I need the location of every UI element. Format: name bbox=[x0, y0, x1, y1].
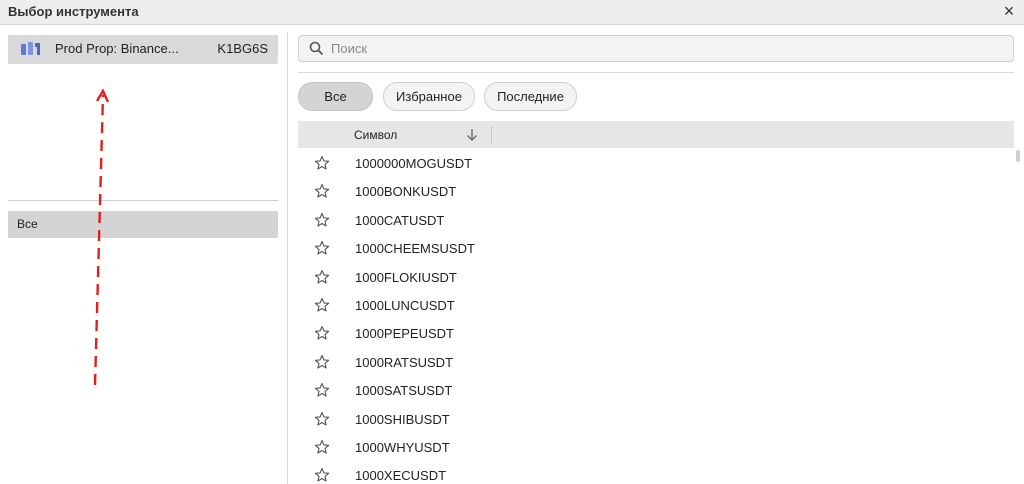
table-row[interactable]: 1000CHEEMSUSDT bbox=[298, 234, 1014, 262]
title-bar: Выбор инструмента × bbox=[0, 0, 1024, 25]
annotation-arrow bbox=[93, 88, 110, 386]
accounts-panel: Prod Prop: Binance... K1BG6S Все bbox=[0, 25, 287, 484]
filter-recent-button[interactable]: Последние bbox=[484, 82, 577, 111]
star-icon[interactable] bbox=[314, 269, 330, 285]
table-row[interactable]: 1000BONKUSDT bbox=[298, 177, 1014, 205]
table-row[interactable]: 1000LUNCUSDT bbox=[298, 291, 1014, 319]
table-row[interactable]: 1000XECUSDT bbox=[298, 461, 1014, 484]
star-icon[interactable] bbox=[314, 183, 330, 199]
column-header-symbol[interactable]: Символ bbox=[354, 128, 397, 142]
account-id: K1BG6S bbox=[217, 41, 268, 56]
filter-favorites-button[interactable]: Избранное bbox=[383, 82, 475, 111]
star-icon[interactable] bbox=[314, 212, 330, 228]
table-row[interactable]: 1000SATSUSDT bbox=[298, 376, 1014, 404]
star-icon[interactable] bbox=[314, 439, 330, 455]
group-label: Все bbox=[17, 217, 38, 231]
account-item[interactable]: Prod Prop: Binance... K1BG6S bbox=[8, 35, 278, 64]
table-header: Символ bbox=[298, 121, 1014, 148]
window-title: Выбор инструмента bbox=[8, 4, 139, 19]
search-divider bbox=[298, 72, 1014, 73]
symbol-cell: 1000FLOKIUSDT bbox=[355, 269, 457, 285]
account-name: Prod Prop: Binance... bbox=[55, 41, 179, 56]
scrollbar-thumb[interactable] bbox=[1016, 150, 1020, 162]
close-icon[interactable]: × bbox=[1000, 2, 1018, 20]
search-icon bbox=[309, 41, 324, 56]
symbol-cell: 1000SHIBUSDT bbox=[355, 411, 450, 427]
filter-all-button[interactable]: Все bbox=[298, 82, 373, 111]
star-icon[interactable] bbox=[314, 297, 330, 313]
panel-separator bbox=[287, 32, 288, 484]
star-icon[interactable] bbox=[314, 240, 330, 256]
broker-logo-icon bbox=[21, 42, 40, 55]
symbol-cell: 1000WHYUSDT bbox=[355, 439, 450, 455]
symbol-cell: 1000CATUSDT bbox=[355, 212, 445, 228]
symbol-cell: 1000XECUSDT bbox=[355, 468, 447, 484]
symbol-cell: 1000RATSUSDT bbox=[355, 354, 454, 370]
star-icon[interactable] bbox=[314, 354, 330, 370]
column-resize-handle[interactable] bbox=[491, 126, 492, 144]
search-input[interactable] bbox=[331, 39, 1001, 58]
symbol-cell: 1000BONKUSDT bbox=[355, 184, 457, 200]
star-icon[interactable] bbox=[314, 325, 330, 341]
table-row[interactable]: 1000PEPEUSDT bbox=[298, 319, 1014, 347]
symbol-cell: 1000CHEEMSUSDT bbox=[355, 241, 475, 257]
table-row[interactable]: 1000CATUSDT bbox=[298, 206, 1014, 234]
table-row[interactable]: 1000SHIBUSDT bbox=[298, 405, 1014, 433]
star-icon[interactable] bbox=[314, 467, 330, 483]
table-row[interactable]: 1000000MOGUSDT bbox=[298, 149, 1014, 177]
search-box[interactable] bbox=[298, 35, 1014, 62]
table-row[interactable]: 1000WHYUSDT bbox=[298, 433, 1014, 461]
group-item-all[interactable]: Все bbox=[8, 211, 278, 238]
star-icon[interactable] bbox=[314, 411, 330, 427]
symbol-cell: 1000PEPEUSDT bbox=[355, 326, 454, 342]
symbol-cell: 1000LUNCUSDT bbox=[355, 297, 455, 313]
left-divider bbox=[8, 200, 278, 201]
arrow-down-icon[interactable] bbox=[465, 127, 479, 142]
symbol-list: 1000000MOGUSDT 1000BONKUSDT 1000CATUSDT 100… bbox=[298, 149, 1014, 484]
table-row[interactable]: 1000RATSUSDT bbox=[298, 348, 1014, 376]
symbol-cell: 1000SATSUSDT bbox=[355, 383, 453, 399]
table-row[interactable]: 1000FLOKIUSDT bbox=[298, 263, 1014, 291]
star-icon[interactable] bbox=[314, 155, 330, 171]
star-icon[interactable] bbox=[314, 382, 330, 398]
symbol-cell: 1000000MOGUSDT bbox=[355, 156, 473, 171]
scrollbar[interactable] bbox=[1016, 149, 1020, 484]
